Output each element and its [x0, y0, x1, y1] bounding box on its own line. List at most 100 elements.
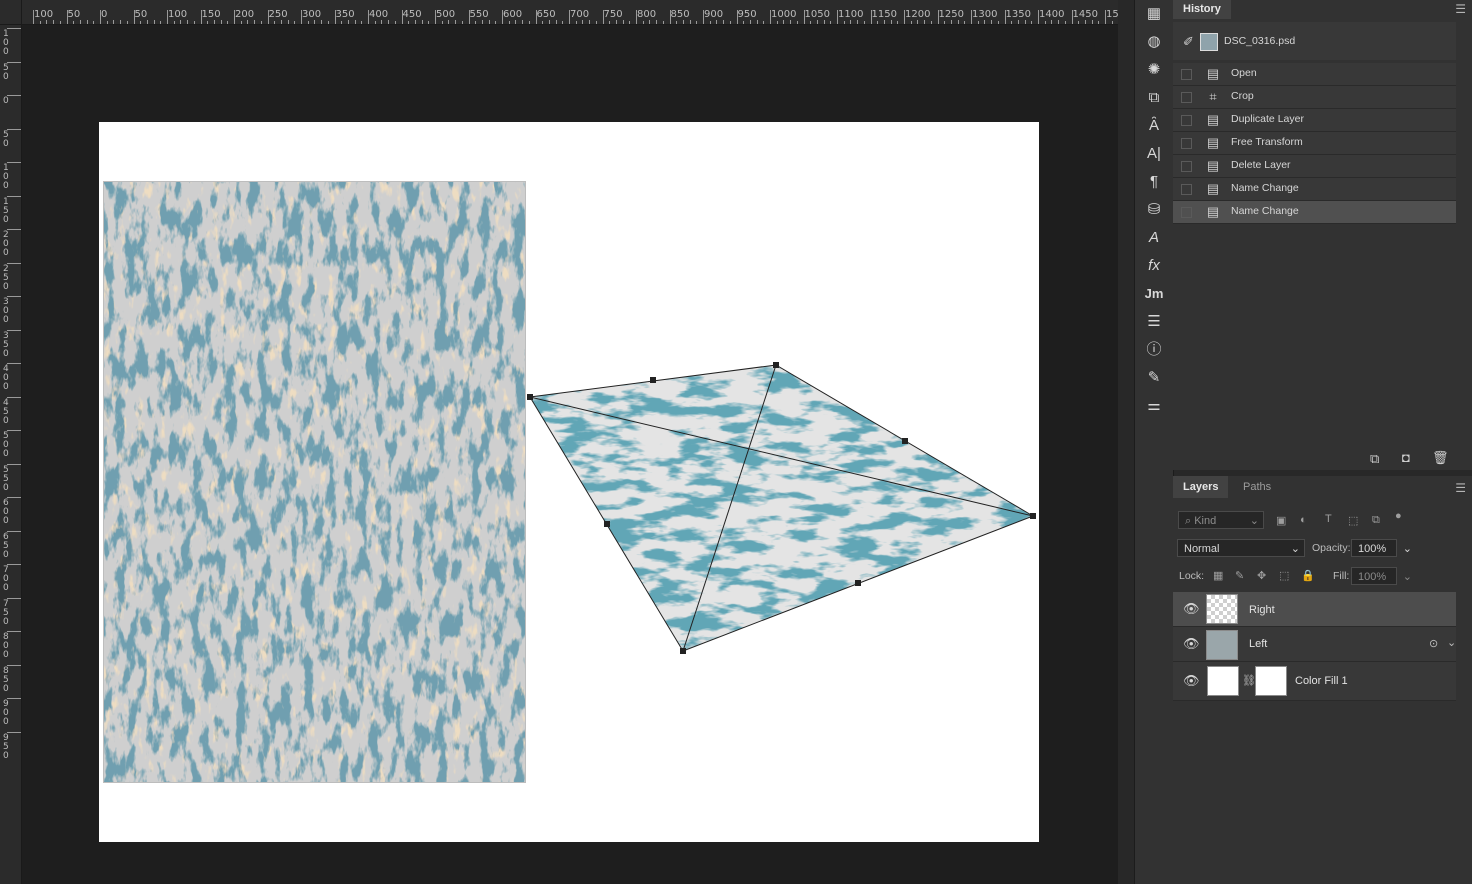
history-item[interactable]: ▤ Free Transform: [1173, 132, 1456, 155]
ruler-minor-tick: [1031, 21, 1033, 24]
ruler-minor-tick: [823, 20, 825, 24]
lock-move-icon[interactable]: ✥: [1257, 569, 1266, 582]
filter-shape-icon[interactable]: ⬚: [1348, 514, 1358, 527]
blend-mode-value: Normal: [1184, 543, 1220, 555]
ruler-label: 350: [3, 330, 9, 359]
filter-type-icon[interactable]: T: [1325, 513, 1332, 525]
trash-icon[interactable]: 🗑: [1432, 450, 1449, 466]
notes-icon[interactable]: ☰: [1144, 312, 1164, 332]
panel-menu-icon[interactable]: ☰: [1455, 2, 1466, 16]
paragraph-icon[interactable]: ¶: [1144, 172, 1164, 192]
history-item[interactable]: ▤ Delete Layer: [1173, 155, 1456, 178]
vertical-ruler[interactable]: 1005005010015020025030035040045050055060…: [0, 24, 22, 884]
horizontal-ruler[interactable]: 100 50 0 50 100 150 200 250 300 350 400 450 500 550 60…: [0, 0, 1118, 25]
jm-icon[interactable]: Jm: [1144, 284, 1164, 304]
ruler-minor-tick: [260, 21, 262, 24]
sparkle-icon[interactable]: ✺: [1144, 60, 1164, 80]
fill-thumbnail: [1207, 666, 1239, 696]
ruler-minor-tick: [1091, 20, 1093, 24]
eye-icon[interactable]: 👁: [1183, 601, 1200, 617]
tab-history[interactable]: History: [1173, 0, 1231, 19]
history-item[interactable]: ▤ Name Change: [1173, 201, 1456, 224]
3d-icon[interactable]: ◍: [1144, 32, 1164, 52]
history-snapshot[interactable]: ✐ DSC_0316.psd: [1173, 22, 1456, 60]
stamp-icon[interactable]: ⛁: [1144, 200, 1164, 220]
filter-smart-object-icon[interactable]: ⧉: [1372, 514, 1380, 527]
layer-row-left[interactable]: 👁 Left ⊙ ⌄: [1173, 627, 1456, 662]
filter-pixel-icon[interactable]: ▣: [1276, 514, 1286, 527]
filter-kind-dropdown[interactable]: ⌕ Kind ⌄: [1178, 511, 1264, 529]
ruler-tick: [669, 10, 671, 24]
history-checkbox[interactable]: [1181, 92, 1192, 103]
info-icon[interactable]: ⓘ: [1144, 340, 1164, 360]
glyphs-icon[interactable]: A: [1144, 228, 1164, 248]
layer-name-color-fill[interactable]: Color Fill 1: [1295, 675, 1348, 687]
ruler-tick: [535, 10, 537, 24]
history-checkbox[interactable]: [1181, 161, 1192, 172]
eye-icon[interactable]: 👁: [1183, 673, 1200, 689]
ruler-minor-tick: [93, 21, 95, 24]
text-style-icon[interactable]: Ȃ: [1144, 116, 1164, 136]
lock-brush-icon[interactable]: ✎: [1235, 569, 1244, 582]
chevron-down-icon[interactable]: ⌄: [1403, 540, 1412, 558]
adjust-icon[interactable]: ⚌: [1144, 396, 1164, 416]
ruler-minor-tick: [642, 21, 644, 24]
ruler-minor-tick: [723, 20, 725, 24]
camera-icon[interactable]: ◘: [1402, 450, 1410, 465]
ruler-tick: [66, 10, 68, 24]
fx-icon[interactable]: fx: [1144, 256, 1164, 276]
ruler-minor-tick: [957, 20, 959, 24]
history-item[interactable]: ▤ Name Change: [1173, 178, 1456, 201]
blend-mode-dropdown[interactable]: Normal ⌄: [1177, 539, 1305, 557]
ruler-label: 500: [3, 431, 9, 459]
ruler-label: 300: [302, 9, 322, 20]
ruler-minor-tick: [153, 20, 155, 24]
grid-icon[interactable]: ▦: [1144, 4, 1164, 24]
history-checkbox[interactable]: [1181, 184, 1192, 195]
filter-toggle-icon[interactable]: ●: [1395, 510, 1402, 522]
layers-menu-icon[interactable]: ☰: [1455, 481, 1466, 495]
layer-row-color-fill[interactable]: 👁 ⛓ Color Fill 1: [1173, 662, 1456, 701]
right-rug-transformed[interactable]: [520, 355, 1040, 660]
smart-filter-icon[interactable]: ⊙: [1429, 637, 1438, 650]
layer-name-left[interactable]: Left: [1249, 638, 1267, 650]
tab-layers[interactable]: Layers: [1173, 476, 1229, 498]
ruler-tick: [7, 262, 21, 264]
lock-all-icon[interactable]: 🔒: [1301, 569, 1315, 582]
ruler-minor-tick: [756, 20, 758, 24]
left-rug-image[interactable]: [103, 181, 526, 783]
lock-transparent-icon[interactable]: ▦: [1213, 569, 1223, 582]
history-checkbox[interactable]: [1181, 69, 1192, 80]
fill-input[interactable]: 100% ⌄: [1351, 567, 1412, 585]
ruler-minor-tick: [481, 20, 483, 24]
new-document-icon[interactable]: ⧉: [1370, 451, 1379, 467]
ruler-minor-tick: [595, 21, 597, 24]
history-item[interactable]: ▤ Duplicate Layer: [1173, 109, 1456, 132]
tab-paths[interactable]: Paths: [1233, 476, 1281, 498]
opacity-input[interactable]: 100% ⌄: [1351, 539, 1412, 557]
history-item[interactable]: ▤ Open: [1173, 63, 1456, 86]
ruler-minor-tick: [113, 20, 115, 24]
filter-adjustment-icon[interactable]: ◐: [1300, 514, 1307, 526]
history-checkbox[interactable]: [1181, 138, 1192, 149]
layer-row-right[interactable]: 👁 Right: [1173, 592, 1456, 627]
eye-icon[interactable]: 👁: [1183, 636, 1200, 652]
brush-icon[interactable]: ✎: [1144, 368, 1164, 388]
chevron-down-icon[interactable]: ⌄: [1403, 568, 1412, 586]
history-brush-icon[interactable]: ✐: [1183, 34, 1194, 50]
history-checkbox[interactable]: [1181, 207, 1192, 218]
ruler-minor-tick: [240, 21, 242, 24]
character-icon[interactable]: A|: [1144, 144, 1164, 164]
chevron-down-icon[interactable]: ⌄: [1447, 636, 1456, 649]
lock-artboard-icon[interactable]: ⬚: [1279, 569, 1289, 582]
brush-settings-icon[interactable]: ⧉: [1144, 88, 1164, 108]
layer-name-right[interactable]: Right: [1249, 604, 1275, 616]
ruler-minor-tick: [1011, 21, 1013, 24]
mask-thumbnail[interactable]: [1255, 666, 1287, 696]
ruler-origin[interactable]: [0, 0, 22, 25]
link-icon[interactable]: ⛓: [1242, 674, 1256, 687]
history-footer: ⧉ ◘ 🗑: [1173, 448, 1472, 470]
ruler-label: 100: [168, 9, 188, 20]
history-item[interactable]: ⌗ Crop: [1173, 86, 1456, 109]
history-checkbox[interactable]: [1181, 115, 1192, 126]
